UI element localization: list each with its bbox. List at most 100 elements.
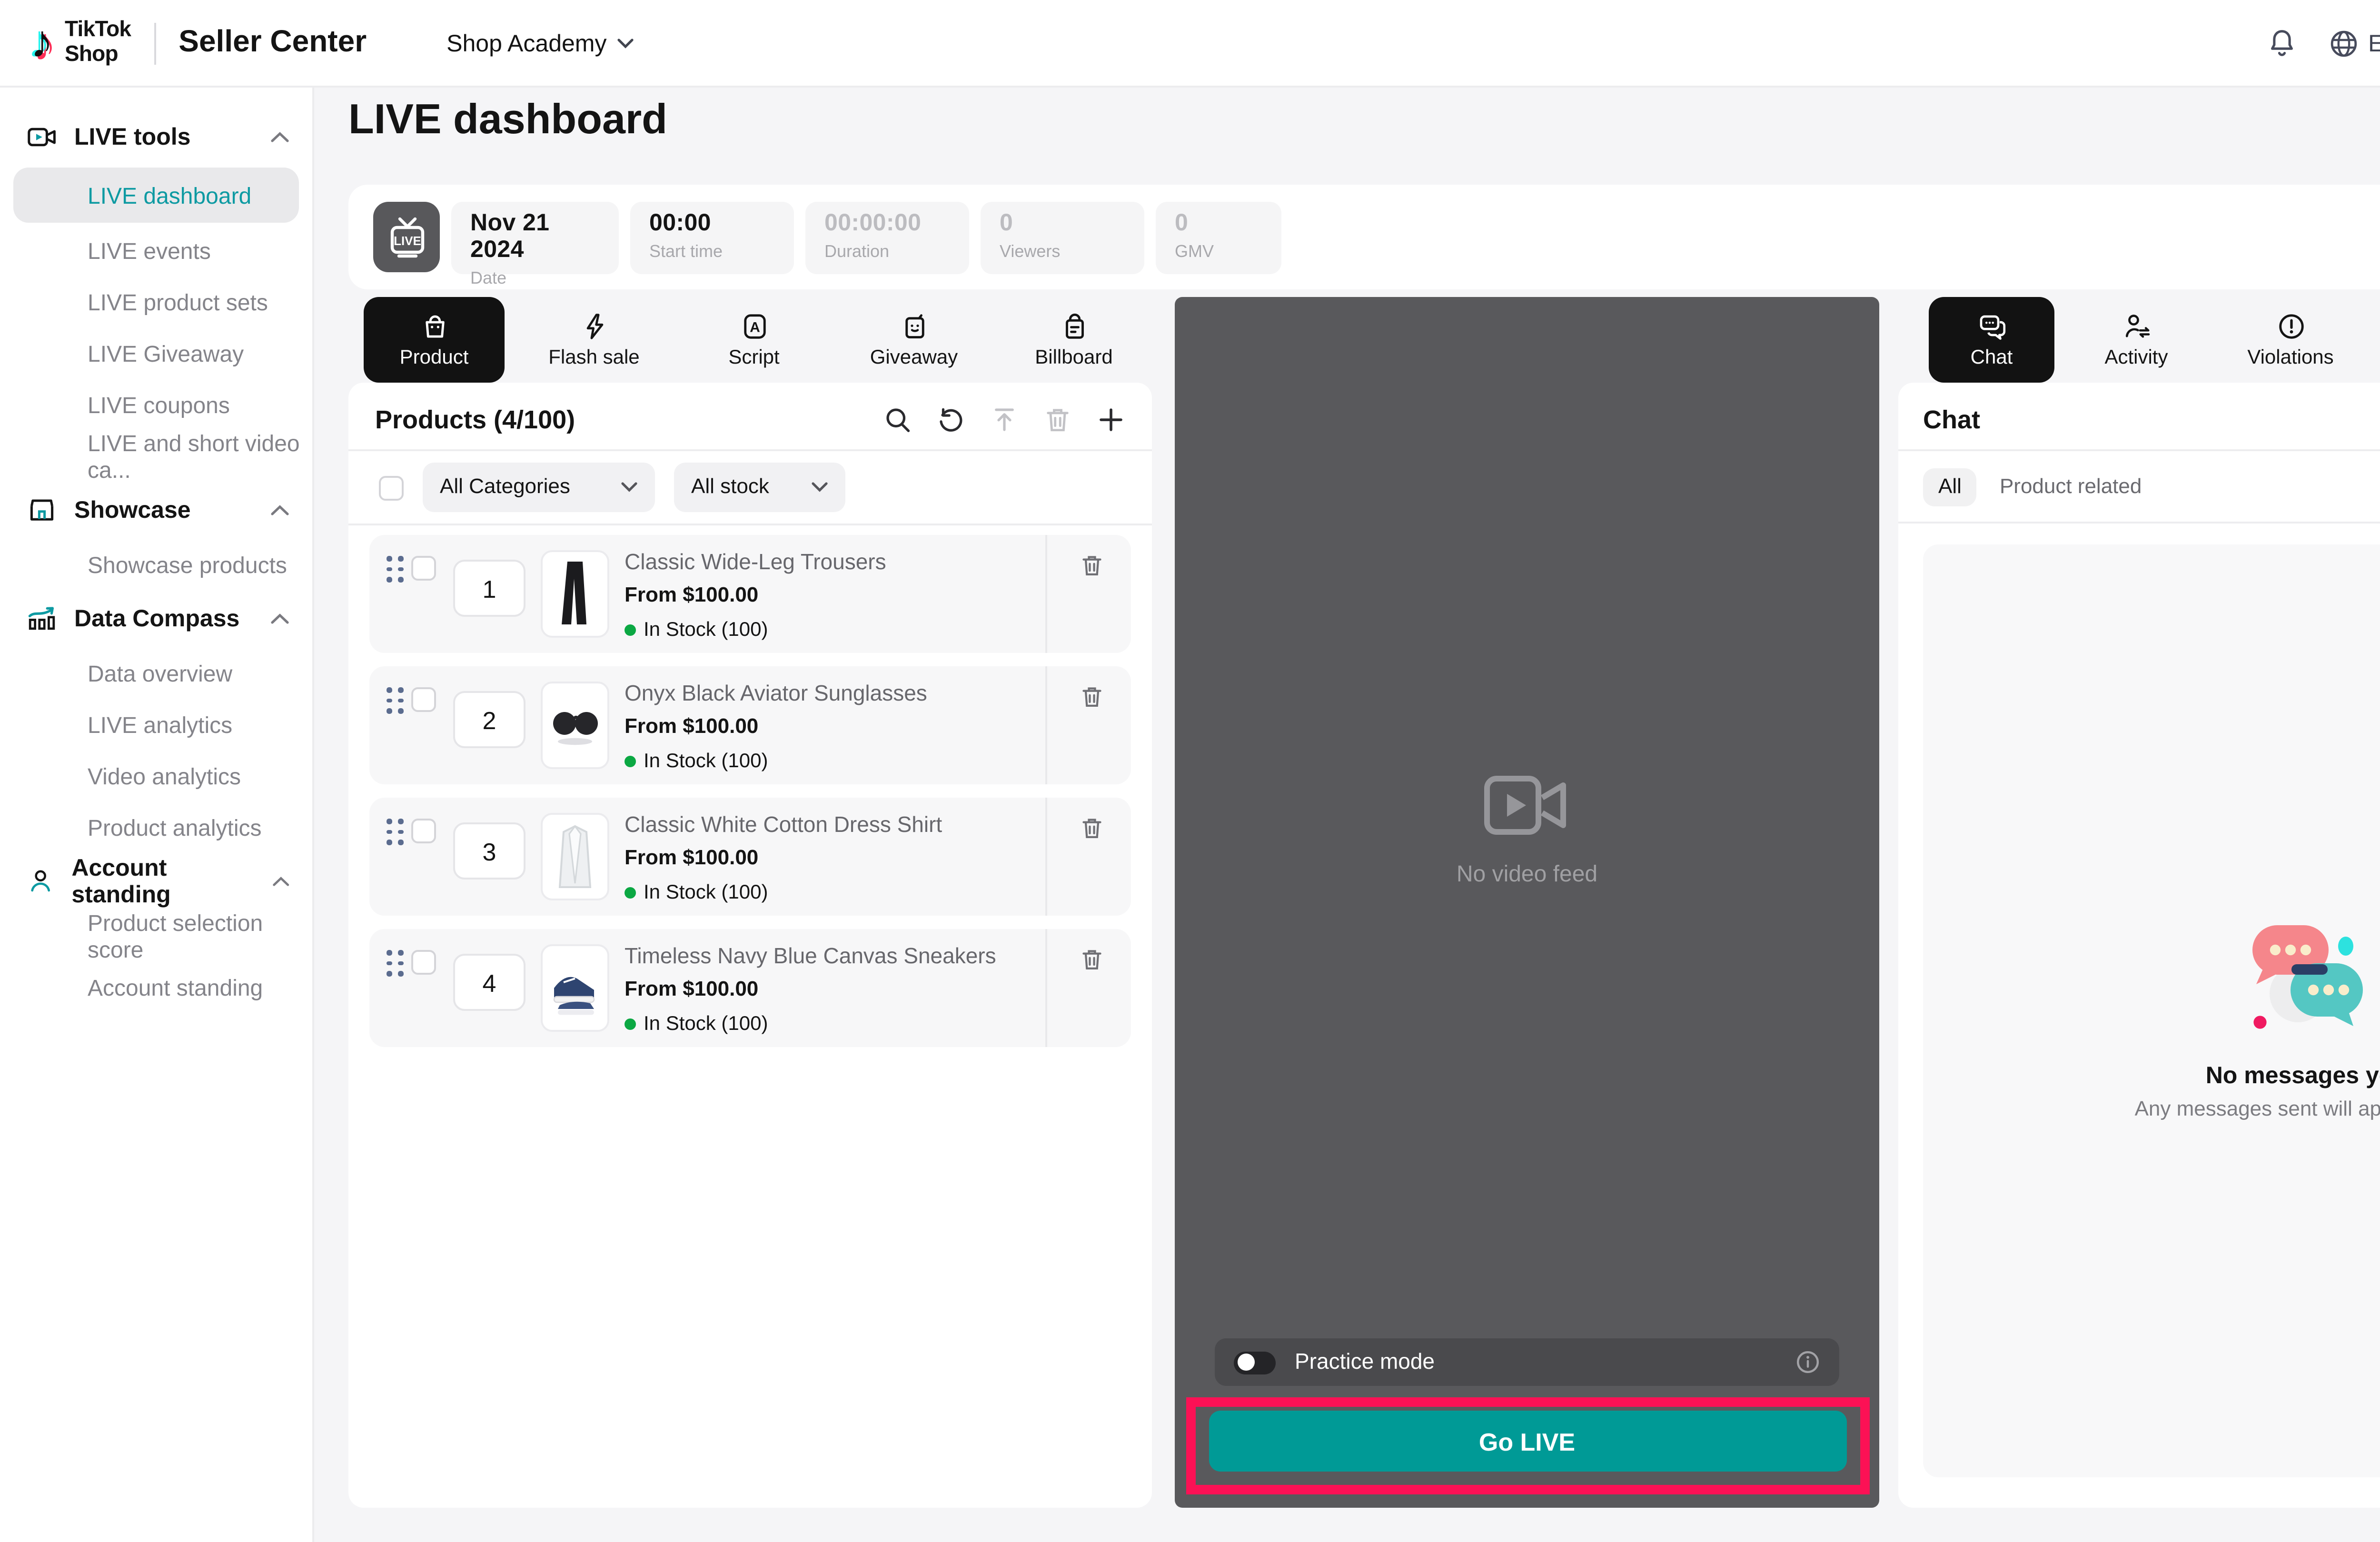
sidebar-item-live-giveaway[interactable]: LIVE Giveaway [0, 327, 312, 379]
products-header: Products (4/100) [348, 383, 1152, 449]
chat-filter-row: All Product related [1898, 451, 2380, 522]
sidebar-item-video-analytics[interactable]: Video analytics [0, 750, 312, 801]
brand-wordmark: TikTok Shop [65, 20, 131, 66]
bell-icon[interactable] [2265, 26, 2298, 60]
drag-handle-icon[interactable] [387, 687, 404, 713]
sidebar-item-showcase-products[interactable]: Showcase products [0, 539, 312, 590]
stock-label: In Stock (100) [644, 619, 768, 642]
tab-suggestions[interactable]: Suggestions [2378, 297, 2380, 383]
tab-chat[interactable]: Chat [1929, 297, 2054, 383]
chat-empty-state: No messages yet Any messages sent will a… [1923, 921, 2380, 1121]
products-toolbar [883, 405, 1125, 434]
language-selector[interactable]: English [2328, 28, 2380, 58]
chat-icon [1977, 311, 2006, 340]
stat-viewers: 0 Viewers [981, 201, 1144, 273]
stock-label: In Stock (100) [644, 1013, 768, 1036]
shop-academy-label: Shop Academy [446, 30, 606, 56]
product-checkbox[interactable] [411, 556, 436, 581]
sidebar-section-live-tools[interactable]: LIVE tools [0, 109, 312, 166]
tab-label: Billboard [1035, 346, 1112, 368]
header-right: English ♪ TikTok shop [2265, 22, 2380, 64]
chevron-up-icon [270, 613, 289, 624]
sidebar-item-live-events[interactable]: LIVE events [0, 225, 312, 276]
products-title: Products (4/100) [375, 405, 575, 434]
app-name: Seller Center [178, 26, 367, 60]
chevron-up-icon [270, 504, 289, 516]
sidebar-item-product-selection-score[interactable]: Product selection score [0, 910, 312, 961]
product-order-box[interactable]: 3 [453, 822, 526, 880]
product-row: 1 Classic Wide-Leg Trousers From $100.00… [369, 535, 1131, 653]
drag-handle-icon[interactable] [387, 950, 404, 976]
stat-value: Nov 21 2024 [470, 208, 600, 262]
chat-bubbles-illustration [2234, 921, 2371, 1036]
sidebar-item-live-analytics[interactable]: LIVE analytics [0, 699, 312, 750]
tab-flash-sale[interactable]: Flash sale [524, 297, 664, 383]
tab-violations[interactable]: Violations [2218, 297, 2363, 383]
products-filter-row: All Categories All stock [348, 451, 1152, 524]
move-to-top-icon[interactable] [990, 405, 1019, 434]
sidebar-item-product-analytics[interactable]: Product analytics [0, 801, 312, 853]
practice-mode-toggle[interactable] [1234, 1351, 1276, 1374]
product-order-box[interactable]: 1 [453, 560, 526, 617]
sidebar-item-live-coupons[interactable]: LIVE coupons [0, 379, 312, 430]
divider [1045, 798, 1047, 916]
svg-text:A: A [749, 318, 759, 334]
sidebar-section-showcase[interactable]: Showcase [0, 482, 312, 539]
product-stock: In Stock (100) [625, 881, 1047, 904]
product-price: From $100.00 [625, 847, 1047, 870]
trash-icon[interactable] [1080, 683, 1104, 710]
stat-date[interactable]: Nov 21 2024 Date [451, 201, 619, 273]
product-stock: In Stock (100) [625, 1013, 1047, 1036]
sidebar-section-account-standing[interactable]: Account standing [0, 853, 312, 910]
sidebar-item-data-overview[interactable]: Data overview [0, 647, 312, 699]
tab-giveaway[interactable]: Giveaway [843, 297, 984, 383]
trash-icon[interactable] [1080, 815, 1104, 841]
sidebar-item-account-standing[interactable]: Account standing [0, 961, 312, 1013]
product-price: From $100.00 [625, 716, 1047, 739]
search-icon[interactable] [883, 405, 912, 434]
drag-handle-icon[interactable] [387, 819, 404, 845]
product-info: Classic Wide-Leg Trousers From $100.00 I… [625, 552, 1047, 642]
product-row: 2 Onyx Black Aviator Sunglasses From $10… [369, 666, 1131, 784]
tab-product[interactable]: Product [364, 297, 505, 383]
stock-dot-icon [625, 887, 636, 899]
sidebar-section-data-compass[interactable]: Data Compass [0, 590, 312, 647]
product-name: Classic Wide-Leg Trousers [625, 552, 1047, 575]
chat-filter-all[interactable]: All [1923, 467, 1977, 505]
trash-icon[interactable] [1080, 946, 1104, 973]
product-checkbox[interactable] [411, 950, 436, 975]
video-camera-icon [1483, 773, 1571, 838]
select-all-checkbox[interactable] [379, 475, 404, 500]
chat-filter-product-related[interactable]: Product related [2000, 475, 2142, 498]
sidebar-item-live-product-sets[interactable]: LIVE product sets [0, 276, 312, 327]
live-tv-icon: LIVE [373, 202, 440, 272]
trash-icon[interactable] [1043, 405, 1072, 434]
shop-academy-menu[interactable]: Shop Academy [446, 30, 633, 56]
stat-label: Start time [649, 241, 775, 260]
refresh-icon[interactable] [937, 405, 965, 434]
product-checkbox[interactable] [411, 819, 436, 843]
go-live-button[interactable]: Go LIVE [1208, 1411, 1846, 1472]
sidebar-item-live-dashboard[interactable]: LIVE dashboard [13, 168, 299, 223]
product-order-box[interactable]: 2 [453, 691, 526, 748]
info-icon[interactable] [1795, 1350, 1820, 1374]
stock-filter-select[interactable]: All stock [674, 463, 845, 512]
section-label: Showcase [74, 497, 191, 524]
drag-handle-icon[interactable] [387, 556, 404, 582]
brand-bottom: Shop [65, 43, 118, 66]
stat-value: 0 [1000, 208, 1125, 235]
tab-activity[interactable]: Activity [2070, 297, 2203, 383]
tab-billboard[interactable]: Billboard [1003, 297, 1144, 383]
plus-icon[interactable] [1097, 405, 1125, 434]
sidebar-item-live-short-video[interactable]: LIVE and short video ca... [0, 430, 312, 482]
left-tab-bar: Product Flash sale A Script Giveaway [364, 297, 1144, 383]
product-checkbox[interactable] [411, 687, 436, 712]
category-filter-select[interactable]: All Categories [423, 463, 655, 512]
stat-start-time[interactable]: 00:00 Start time [630, 201, 794, 273]
tab-script[interactable]: A Script [684, 297, 824, 383]
product-order-box[interactable]: 4 [453, 954, 526, 1011]
language-label: English [2368, 30, 2380, 56]
product-stock: In Stock (100) [625, 750, 1047, 773]
trash-icon[interactable] [1080, 552, 1104, 579]
giveaway-icon [900, 311, 928, 340]
